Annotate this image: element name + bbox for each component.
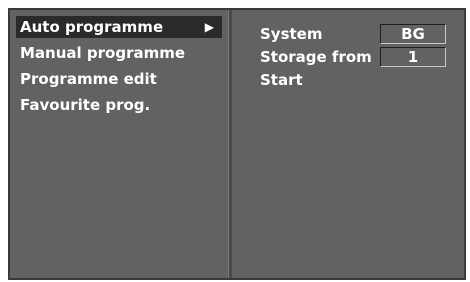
menu-item-favourite-prog[interactable]: Favourite prog. bbox=[16, 94, 222, 116]
system-label: System bbox=[260, 25, 323, 43]
menu-item-label: Favourite prog. bbox=[20, 96, 151, 114]
menu-item-auto-programme[interactable]: Auto programme ▶ bbox=[16, 16, 222, 38]
storage-from-label: Storage from bbox=[260, 48, 372, 66]
tv-menu-screen: Auto programme ▶ Manual programme Progra… bbox=[8, 8, 466, 280]
menu-item-label: Programme edit bbox=[20, 70, 157, 88]
right-triangle-icon: ▶ bbox=[204, 20, 214, 34]
storage-from-value-field[interactable]: 1 bbox=[380, 47, 446, 67]
menu-item-label: Auto programme bbox=[20, 18, 164, 36]
start-item[interactable]: Start bbox=[260, 70, 303, 90]
menu-item-manual-programme[interactable]: Manual programme bbox=[16, 42, 222, 64]
menu-panel: Auto programme ▶ Manual programme Progra… bbox=[10, 10, 228, 278]
settings-panel: System BG Storage from 1 Start bbox=[232, 10, 464, 278]
menu-item-programme-edit[interactable]: Programme edit bbox=[16, 68, 222, 90]
system-value-field[interactable]: BG bbox=[380, 24, 446, 44]
menu-item-label: Manual programme bbox=[20, 44, 186, 62]
